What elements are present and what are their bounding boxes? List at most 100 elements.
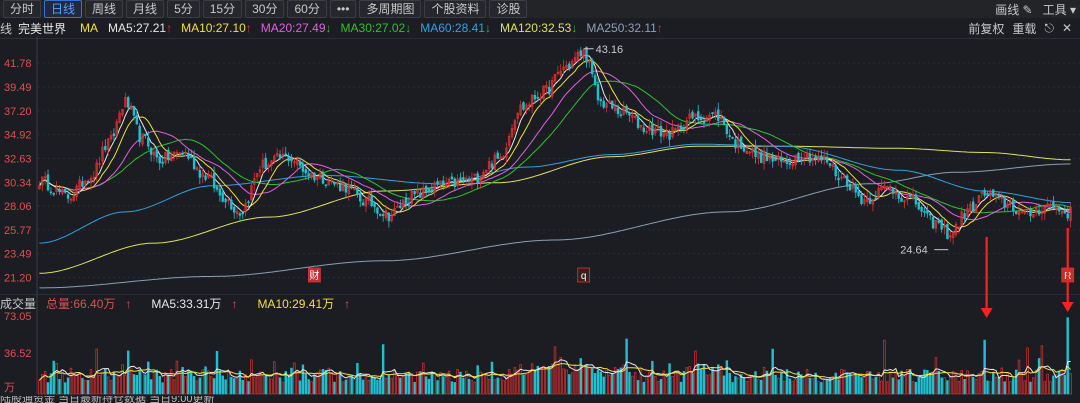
candle [668,131,671,140]
volume-bar [705,374,709,395]
candle [52,192,55,195]
volume-bar [994,376,998,395]
volume-bar [668,363,671,395]
volume-bar [656,381,660,395]
volume-bar [296,370,299,395]
volume-bar [487,379,491,395]
candle [845,175,849,187]
volume-bar [986,380,989,395]
volume-bar [886,381,889,395]
candle [167,149,170,161]
volume-bar [1052,375,1055,395]
volume-bar [565,369,568,395]
volume-bar [768,373,772,395]
volume-bar [671,376,674,395]
candle [717,109,720,121]
candle [86,180,90,183]
volume-bar [230,376,233,395]
candle [264,157,267,170]
candle [490,163,494,168]
volume-bar [737,377,740,395]
volume-bar [771,348,774,395]
volume-bar [1020,373,1024,395]
volume-bar [525,373,528,395]
volume-bar [424,376,428,395]
volume-bar [38,379,41,395]
candle [338,183,342,192]
candle [742,146,746,152]
volume-bar [585,364,588,395]
volume-bar [628,371,631,395]
volume-bar [390,378,393,395]
candle [533,94,537,100]
candle [937,220,941,223]
candle [192,155,196,169]
candle [238,213,242,216]
candle [891,187,895,194]
candle [66,194,70,199]
volume-bar [854,374,857,395]
volume-bar [974,378,978,395]
volume-bar [1043,381,1046,395]
volume-bar [685,367,688,395]
candle [602,100,605,108]
volume-bar [1046,373,1049,395]
candle [230,199,233,210]
candle [387,212,391,222]
candle [204,175,207,180]
candle [585,46,588,63]
candle [820,155,823,161]
volume-bar [992,372,995,395]
candle [161,161,164,164]
price-tick-label: 23.49 [4,249,32,261]
volume-bar [75,373,78,395]
candle [278,154,282,159]
volume-bar [422,362,425,395]
high-label: 43.16 [596,44,624,56]
low-label: 24.64 [900,245,928,257]
candle [834,164,837,177]
volume-bar [539,367,542,395]
kline-chart[interactable]: 41.78 39.49 37.20 34.92 32.63 30.34 28.06 25.77… [0,0,1080,403]
candle [46,174,50,191]
volume-bar [84,380,87,395]
volume-bar [1009,381,1012,395]
volume-bar [152,371,156,395]
volume-bar [711,367,714,395]
volume-bar [490,361,494,395]
candle [848,183,852,191]
event-marker-label: q [581,271,587,282]
candle [857,191,860,196]
volume-bar [528,370,531,395]
volume-bar [719,365,723,395]
candle [986,193,989,196]
volume-bar [851,376,855,395]
volume-bar [138,370,141,395]
candle [356,188,359,195]
volume-bar [112,371,116,395]
volume-bar [611,373,614,395]
volume-bar [570,372,574,395]
volume-bar [470,380,474,395]
price-tick-label: 37.20 [4,106,32,118]
volume-bar [410,372,413,395]
volume-bar [359,373,362,395]
candle [536,96,540,99]
volume-bar [911,381,915,395]
candle [132,105,136,116]
volume-bar [702,364,706,395]
volume-bar [966,370,969,395]
volume-bar [115,374,118,395]
volume-bar [81,378,84,395]
volume-bar [436,380,439,395]
candle [379,213,382,216]
volume-bar [545,367,548,395]
candle [232,206,236,213]
volume-bar [840,369,843,395]
volume-bar [244,374,247,395]
candle [333,182,336,185]
candle [923,211,926,213]
volume-bar [364,374,368,395]
candle [616,107,620,114]
candle [992,189,995,197]
